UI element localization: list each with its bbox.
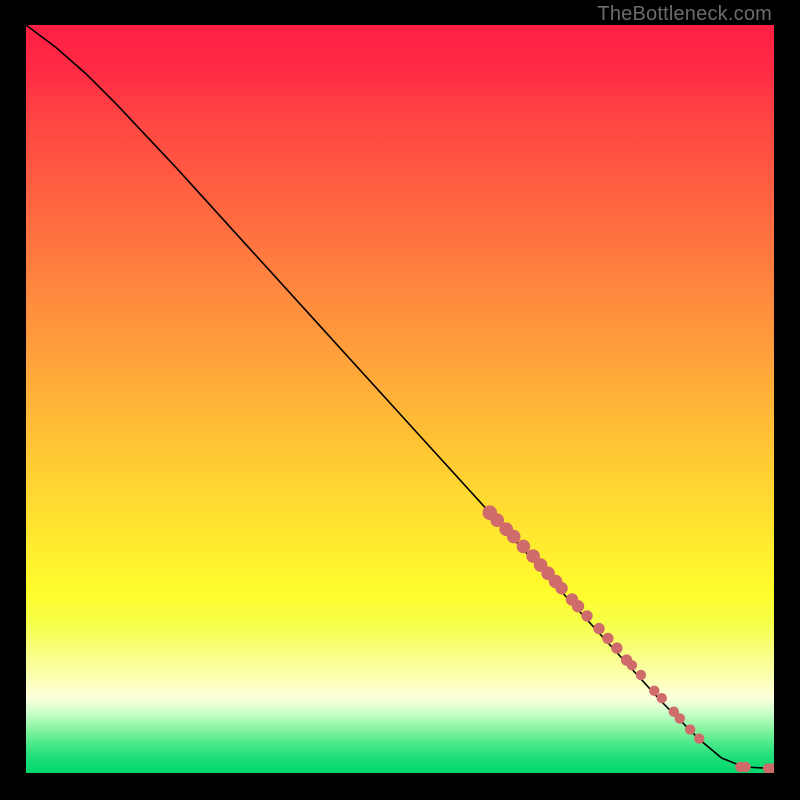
data-point <box>581 610 592 621</box>
data-point <box>685 724 695 734</box>
data-point <box>602 633 613 644</box>
data-point <box>611 642 622 653</box>
watermark-text: TheBottleneck.com <box>597 3 772 26</box>
data-point <box>675 713 685 723</box>
data-point <box>657 693 667 703</box>
data-points <box>483 505 775 773</box>
data-point <box>555 582 567 594</box>
chart-svg <box>26 25 774 773</box>
bottleneck-curve <box>26 25 774 769</box>
data-point <box>572 600 584 612</box>
data-point <box>507 530 521 544</box>
plot-area <box>26 25 774 773</box>
data-point <box>517 540 531 554</box>
data-point <box>593 623 604 634</box>
data-point <box>740 762 750 772</box>
chart-frame: TheBottleneck.com <box>0 0 800 800</box>
data-point <box>627 660 637 670</box>
data-point <box>636 670 646 680</box>
data-point <box>694 733 704 743</box>
data-point <box>649 686 659 696</box>
